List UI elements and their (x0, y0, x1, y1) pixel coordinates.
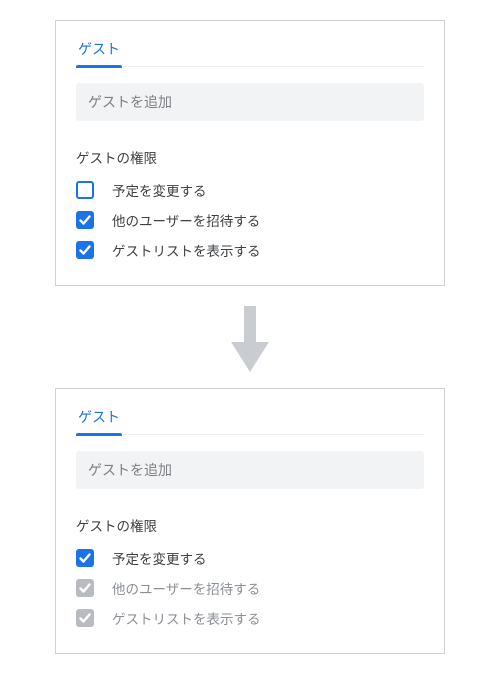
permission-row: 他のユーザーを招待する (76, 573, 424, 603)
checkbox-modify-event[interactable] (76, 181, 94, 199)
permission-label: ゲストリストを表示する (112, 608, 261, 628)
permission-row: 他のユーザーを招待する (76, 205, 424, 235)
arrow-down-icon (231, 304, 269, 374)
checkbox-modify-event[interactable] (76, 549, 94, 567)
checkbox-see-guest-list[interactable] (76, 241, 94, 259)
permission-label: 予定を変更する (112, 548, 207, 568)
permissions-heading: ゲストの権限 (76, 147, 424, 167)
tab-row: ゲスト (76, 405, 424, 435)
permission-label: 予定を変更する (112, 180, 207, 200)
guests-panel-before: ゲスト ゲストの権限 予定を変更する 他のユーザーを招待する ゲストリストを表示… (55, 20, 445, 286)
permissions-heading: ゲストの権限 (76, 515, 424, 535)
checkbox-see-guest-list (76, 609, 94, 627)
tab-row: ゲスト (76, 37, 424, 67)
permission-row: 予定を変更する (76, 543, 424, 573)
checkbox-invite-others (76, 579, 94, 597)
permission-label: ゲストリストを表示する (112, 240, 261, 260)
permission-label: 他のユーザーを招待する (112, 578, 260, 598)
guests-panel-after: ゲスト ゲストの権限 予定を変更する 他のユーザーを招待する ゲストリストを表示… (55, 388, 445, 654)
permission-row: ゲストリストを表示する (76, 235, 424, 265)
permission-row: 予定を変更する (76, 175, 424, 205)
add-guests-input[interactable] (76, 451, 424, 489)
permission-label: 他のユーザーを招待する (112, 210, 260, 230)
add-guests-input[interactable] (76, 83, 424, 121)
tab-guests[interactable]: ゲスト (76, 405, 122, 435)
comparison-figure: ゲスト ゲストの権限 予定を変更する 他のユーザーを招待する ゲストリストを表示… (0, 0, 500, 700)
tab-guests[interactable]: ゲスト (76, 37, 122, 67)
checkbox-invite-others[interactable] (76, 211, 94, 229)
permission-row: ゲストリストを表示する (76, 603, 424, 633)
